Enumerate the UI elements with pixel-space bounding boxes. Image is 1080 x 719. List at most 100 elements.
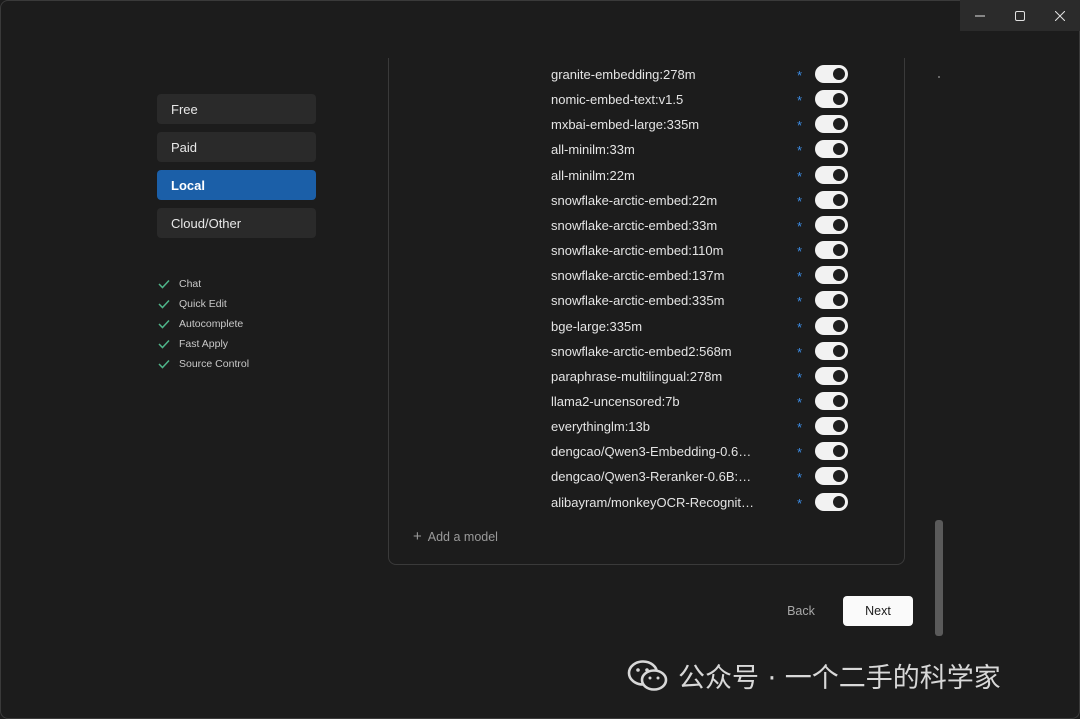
feature-list: Chat Quick Edit Autocomplete Fast Apply … — [158, 274, 249, 374]
toggle-knob — [833, 244, 845, 257]
model-row: snowflake-arctic-embed:33m * — [389, 214, 904, 239]
model-toggle[interactable] — [815, 241, 848, 260]
model-row: snowflake-arctic-embed:110m * — [389, 239, 904, 264]
model-row: mxbai-embed-large:335m * — [389, 113, 904, 138]
model-toggle[interactable] — [815, 115, 848, 134]
asterisk-icon: * — [797, 168, 803, 184]
maximize-button[interactable] — [1000, 0, 1040, 31]
model-row: all-minilm:22m * — [389, 164, 904, 189]
back-button[interactable]: Back — [770, 596, 832, 626]
feature-label: Fast Apply — [179, 338, 229, 350]
toggle-knob — [833, 369, 845, 382]
toggle-knob — [833, 68, 845, 80]
model-row: all-minilm:33m * — [389, 138, 904, 163]
model-row: snowflake-arctic-embed:335m * — [389, 289, 904, 314]
scrollbar-arrow[interactable] — [938, 76, 940, 78]
model-toggle[interactable] — [815, 165, 848, 184]
nav-item-cloud-other[interactable]: Cloud/Other — [157, 208, 316, 238]
asterisk-icon: * — [797, 495, 803, 511]
model-name: snowflake-arctic-embed:33m — [551, 217, 718, 233]
asterisk-icon: * — [797, 344, 803, 360]
minimize-button[interactable] — [960, 0, 1000, 31]
nav-item-paid[interactable]: Paid — [157, 132, 316, 162]
asterisk-icon: * — [797, 218, 803, 234]
asterisk-icon: * — [797, 143, 803, 159]
model-row: bge-large:335m * — [389, 315, 904, 340]
minimize-icon — [975, 15, 985, 16]
model-name: all-minilm:33m — [551, 142, 635, 158]
feature-item: Fast Apply — [158, 334, 249, 354]
title-bar-controls — [960, 0, 1080, 31]
feature-item: Chat — [158, 274, 249, 294]
check-icon — [158, 337, 172, 351]
model-toggle[interactable] — [815, 90, 848, 109]
check-icon — [158, 357, 172, 371]
asterisk-icon: * — [797, 445, 803, 461]
model-list-panel: granite-embedding:278m * nomic-embed-text:… — [388, 58, 905, 565]
model-toggle[interactable] — [815, 492, 848, 511]
check-icon — [158, 297, 172, 311]
feature-item: Quick Edit — [158, 294, 249, 314]
model-toggle[interactable] — [815, 190, 848, 209]
model-toggle[interactable] — [815, 341, 848, 360]
model-name: all-minilm:22m — [551, 167, 635, 183]
asterisk-icon: * — [797, 68, 803, 83]
asterisk-icon: * — [797, 470, 803, 486]
plus-icon: + — [413, 528, 422, 545]
model-toggle[interactable] — [815, 140, 848, 159]
model-row: llama2-uncensored:7b * — [389, 390, 904, 415]
model-row: paraphrase-multilingual:278m * — [389, 365, 904, 390]
model-toggle[interactable] — [815, 215, 848, 234]
model-row: dengcao/Qwen3-Embedding-0.6B:... * — [389, 440, 904, 465]
watermark-text: 公众号 · 一个二手的科学家 — [678, 663, 1001, 694]
model-name: snowflake-arctic-embed:110m — [551, 243, 724, 259]
model-toggle[interactable] — [815, 291, 848, 310]
model-name: everythinglm:13b — [551, 419, 650, 435]
model-name: dengcao/Qwen3-Embedding-0.6B:... — [551, 444, 756, 460]
asterisk-icon: * — [797, 269, 803, 285]
add-model-button[interactable]: + Add a model — [413, 528, 498, 545]
toggle-knob — [833, 445, 845, 458]
feature-label: Autocomplete — [179, 318, 244, 330]
asterisk-icon: * — [797, 244, 803, 260]
model-row: snowflake-arctic-embed:22m * — [389, 189, 904, 214]
model-toggle[interactable] — [815, 391, 848, 410]
scrollbar-thumb[interactable] — [935, 520, 943, 636]
next-button[interactable]: Next — [843, 596, 913, 626]
model-toggle[interactable] — [815, 266, 848, 285]
check-icon — [158, 317, 172, 331]
close-icon — [1055, 10, 1065, 21]
toggle-knob — [833, 319, 845, 332]
nav-item-free[interactable]: Free — [157, 94, 316, 124]
toggle-knob — [833, 218, 845, 231]
asterisk-icon: * — [797, 369, 803, 385]
model-name: nomic-embed-text:v1.5 — [551, 92, 684, 108]
toggle-knob — [833, 269, 845, 282]
model-name: snowflake-arctic-embed:137m — [551, 268, 725, 284]
asterisk-icon: * — [797, 193, 803, 209]
model-row: alibayram/monkeyOCR-Recognitio... * — [389, 491, 904, 516]
model-toggle[interactable] — [815, 65, 848, 83]
model-toggle[interactable] — [815, 366, 848, 385]
model-toggle[interactable] — [815, 316, 848, 335]
model-name: bge-large:335m — [551, 318, 643, 334]
toggle-knob — [833, 495, 845, 508]
asterisk-icon: * — [797, 420, 803, 436]
model-toggle[interactable] — [815, 467, 848, 486]
model-name: llama2-uncensored:7b — [551, 393, 680, 409]
toggle-knob — [833, 168, 845, 181]
model-name: paraphrase-multilingual:278m — [551, 368, 723, 384]
toggle-knob — [833, 470, 845, 483]
feature-item: Source Control — [158, 354, 249, 374]
close-button[interactable] — [1040, 0, 1080, 31]
model-name: alibayram/monkeyOCR-Recognitio... — [551, 494, 756, 510]
nav-item-local[interactable]: Local — [157, 170, 316, 200]
feature-label: Quick Edit — [179, 298, 227, 310]
asterisk-icon: * — [797, 118, 803, 134]
asterisk-icon: * — [797, 319, 803, 335]
model-row: dengcao/Qwen3-Reranker-0.6B:F16 * — [389, 465, 904, 490]
model-toggle[interactable] — [815, 442, 848, 461]
model-row: granite-embedding:278m * — [389, 63, 904, 88]
asterisk-icon: * — [797, 93, 803, 109]
model-toggle[interactable] — [815, 417, 848, 436]
